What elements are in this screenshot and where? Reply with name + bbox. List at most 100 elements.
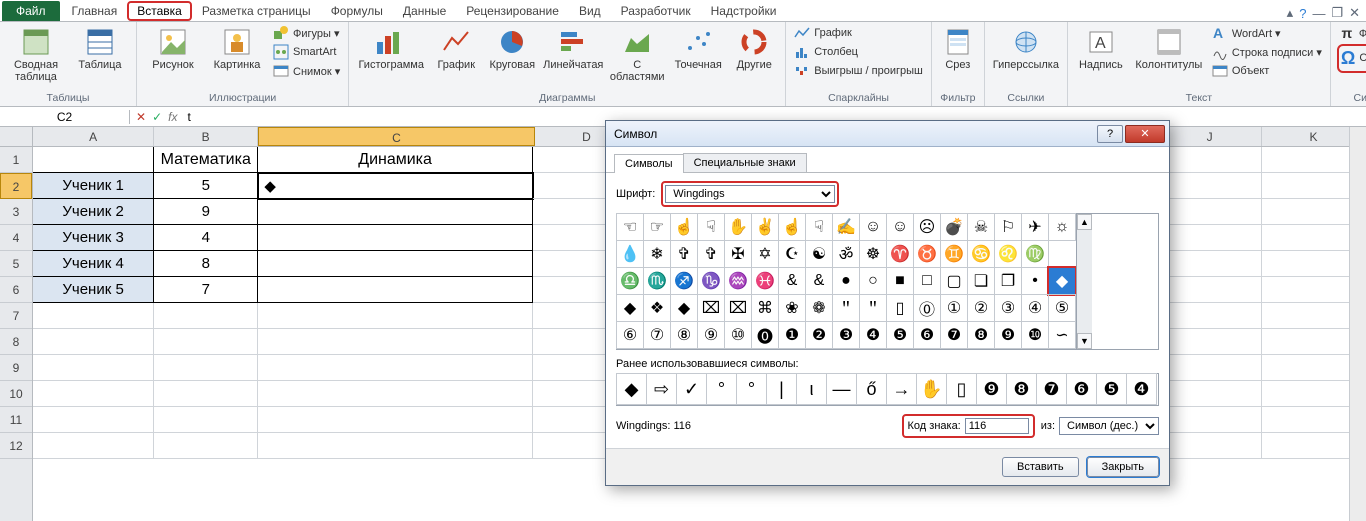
cell-A10[interactable] [33, 381, 154, 407]
recent-symbol[interactable]: ✋ [916, 373, 947, 405]
cell-B4[interactable]: 4 [154, 225, 258, 251]
from-select[interactable]: Символ (дес.) [1059, 417, 1159, 435]
symbol-cell[interactable]: ♉ [913, 240, 941, 268]
bar-chart-button[interactable]: Линейчатая [543, 24, 603, 71]
recent-symbol[interactable]: ❾ [976, 373, 1007, 405]
cell-C5[interactable] [258, 251, 533, 277]
hyperlink-button[interactable]: Гиперссылка [991, 24, 1061, 71]
symbol-cell[interactable]: ☟ [805, 213, 833, 241]
cell-J10[interactable] [1158, 381, 1262, 407]
symbol-cell[interactable]: ☝ [670, 213, 698, 241]
recent-symbol[interactable]: ° [706, 373, 737, 405]
cell-B3[interactable]: 9 [154, 199, 258, 225]
row-header-1[interactable]: 1 [0, 147, 32, 173]
cell-A9[interactable] [33, 355, 154, 381]
symbol-cell[interactable]: ❺ [886, 321, 914, 349]
cell-A7[interactable] [33, 303, 154, 329]
cell-B11[interactable] [154, 407, 258, 433]
recent-symbol[interactable]: | [766, 373, 797, 405]
cell-C12[interactable] [258, 433, 533, 459]
picture-button[interactable]: Рисунок [143, 24, 203, 71]
cell-J4[interactable] [1158, 225, 1262, 251]
column-chart-button[interactable]: Гистограмма [355, 24, 427, 71]
symbol-cell[interactable]: • [1021, 267, 1049, 295]
symbol-cell[interactable]: ♑ [697, 267, 725, 295]
symbol-cell[interactable]: ⓿ [751, 321, 779, 349]
symbol-cell[interactable]: ❻ [913, 321, 941, 349]
recent-symbol[interactable]: ❺ [1096, 373, 1127, 405]
recent-symbol[interactable]: → [886, 373, 917, 405]
col-header-J[interactable]: J [1158, 127, 1262, 146]
symbol-cell[interactable]: ⑦ [643, 321, 671, 349]
cell-J12[interactable] [1158, 433, 1262, 459]
window-close-icon[interactable]: ✕ [1349, 5, 1360, 21]
symbol-cell[interactable]: ☯ [805, 240, 833, 268]
symbol-cell[interactable]: ＂ [859, 294, 887, 322]
symbol-cell[interactable]: ♐ [670, 267, 698, 295]
col-header-B[interactable]: B [154, 127, 258, 146]
symbol-cell[interactable]: ✞ [697, 240, 725, 268]
symbol-cell[interactable]: ❄ [643, 240, 671, 268]
symbol-cell[interactable]: ♊ [940, 240, 968, 268]
cell-A6[interactable]: Ученик 5 [33, 277, 154, 303]
symbol-cell[interactable]: ✋ [724, 213, 752, 241]
recent-symbol[interactable]: ❽ [1006, 373, 1037, 405]
symbol-cell[interactable]: ☠ [967, 213, 995, 241]
pie-chart-button[interactable]: Круговая [485, 24, 539, 71]
symbol-cell[interactable]: ☪ [778, 240, 806, 268]
cell-C11[interactable] [258, 407, 533, 433]
cell-A1[interactable] [33, 147, 154, 173]
tab-разметка страницы[interactable]: Разметка страницы [192, 1, 321, 21]
cell-B8[interactable] [154, 329, 258, 355]
symbol-cell[interactable]: ＂ [832, 294, 860, 322]
cell-B9[interactable] [154, 355, 258, 381]
cell-B10[interactable] [154, 381, 258, 407]
symbol-cell[interactable]: ▯ [886, 294, 914, 322]
symbol-cell[interactable]: ♎ [616, 267, 644, 295]
col-header-A[interactable]: A [33, 127, 154, 146]
signature-line-button[interactable]: Строка подписи ▾ [1210, 43, 1324, 61]
cell-J5[interactable] [1158, 251, 1262, 277]
smartart-button[interactable]: SmartArt [271, 43, 342, 61]
ribbon-minimize-icon[interactable]: ▴ [1287, 5, 1294, 21]
cell-A11[interactable] [33, 407, 154, 433]
symbol-cell[interactable]: ☺ [859, 213, 887, 241]
cell-C4[interactable] [258, 225, 533, 251]
symbol-cell[interactable]: ◆ [670, 294, 698, 322]
symbol-cell[interactable]: ☹ [913, 213, 941, 241]
dialog-help-button[interactable]: ? [1097, 125, 1123, 143]
symbol-cell[interactable]: ❏ [967, 267, 995, 295]
tab-разработчик[interactable]: Разработчик [611, 1, 701, 21]
col-header-C[interactable]: C [258, 127, 535, 146]
cell-A4[interactable]: Ученик 3 [33, 225, 154, 251]
symbol-cell[interactable]: ✌ [751, 213, 779, 241]
area-chart-button[interactable]: С областями [607, 24, 667, 83]
symbol-cell[interactable]: ⌧ [697, 294, 725, 322]
symbol-cell[interactable]: ॐ [832, 240, 860, 268]
tab-главная[interactable]: Главная [62, 1, 128, 21]
symbol-cell[interactable]: ♏ [643, 267, 671, 295]
symbol-cell[interactable]: & [805, 267, 833, 295]
row-header-11[interactable]: 11 [0, 407, 32, 433]
symbol-cell[interactable]: ✞ [670, 240, 698, 268]
sparkline-line-button[interactable]: График [792, 24, 925, 42]
line-chart-button[interactable]: График [431, 24, 481, 71]
cell-C6[interactable] [258, 277, 533, 303]
shapes-button[interactable]: Фигуры ▾ [271, 24, 342, 42]
symbol-cell[interactable]: ✠ [724, 240, 752, 268]
dialog-close-button[interactable]: ✕ [1125, 125, 1165, 143]
cell-A2[interactable]: Ученик 1 [33, 173, 154, 199]
cell-C8[interactable] [258, 329, 533, 355]
row-header-6[interactable]: 6 [0, 277, 32, 303]
symbol-cell[interactable]: 💣 [940, 213, 968, 241]
symbol-cell[interactable]: 💧 [616, 240, 644, 268]
symbol-cell[interactable]: ☞ [643, 213, 671, 241]
tab-формулы[interactable]: Формулы [321, 1, 393, 21]
symbol-cell[interactable]: □ [913, 267, 941, 295]
tab-данные[interactable]: Данные [393, 1, 456, 21]
symbol-cell[interactable]: ① [940, 294, 968, 322]
tab-вставка[interactable]: Вставка [127, 1, 192, 21]
symbol-cell[interactable]: ● [832, 267, 860, 295]
row-header-4[interactable]: 4 [0, 225, 32, 251]
cell-J8[interactable] [1158, 329, 1262, 355]
